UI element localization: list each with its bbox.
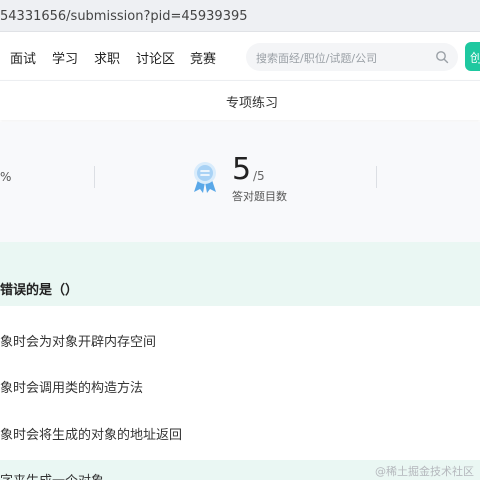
question-header: 错误的是（） [0,242,480,306]
result-stats-panel: % 5 /5 答对题目数 [0,122,480,242]
option-a[interactable]: 象时会为对象开辟内存空间 [0,331,156,350]
page-title: 专项练习 [225,96,278,111]
option-d-text: 字来生成一个对象 [0,470,104,480]
nav-item-interview[interactable]: 面试 [10,48,36,67]
correct-label: 答对题目数 [232,190,287,203]
stats-divider [376,166,377,188]
option-b[interactable]: 象时会调用类的构造方法 [0,377,143,396]
nav-item-jobs[interactable]: 求职 [94,48,120,67]
nav-item-contest[interactable]: 竞赛 [190,48,216,67]
correct-count: 5 [232,152,252,187]
url-text[interactable]: 54331656/submission?pid=45939395 [0,9,248,24]
create-button[interactable]: 创 [465,42,480,71]
question-text: 错误的是（） [0,283,79,298]
total-count: /5 [253,169,265,183]
search-icon[interactable] [435,50,449,64]
sub-nav: 专项练习 [0,80,480,120]
option-c[interactable]: 象时会将生成的对象的地址返回 [0,424,182,443]
browser-url-bar[interactable]: 54331656/submission?pid=45939395 [0,0,480,32]
nav-item-study[interactable]: 学习 [52,48,78,67]
accuracy-unit: % [0,170,12,184]
medal-icon [194,162,216,193]
search-placeholder: 搜索面经/职位/试题/公司 [256,52,378,65]
watermark: @稀土掘金技术社区 [375,465,474,478]
nav-item-discuss[interactable]: 讨论区 [136,48,175,67]
search-input[interactable]: 搜索面经/职位/试题/公司 [246,43,458,71]
create-button-label: 创 [470,51,480,65]
stats-divider [94,166,95,188]
